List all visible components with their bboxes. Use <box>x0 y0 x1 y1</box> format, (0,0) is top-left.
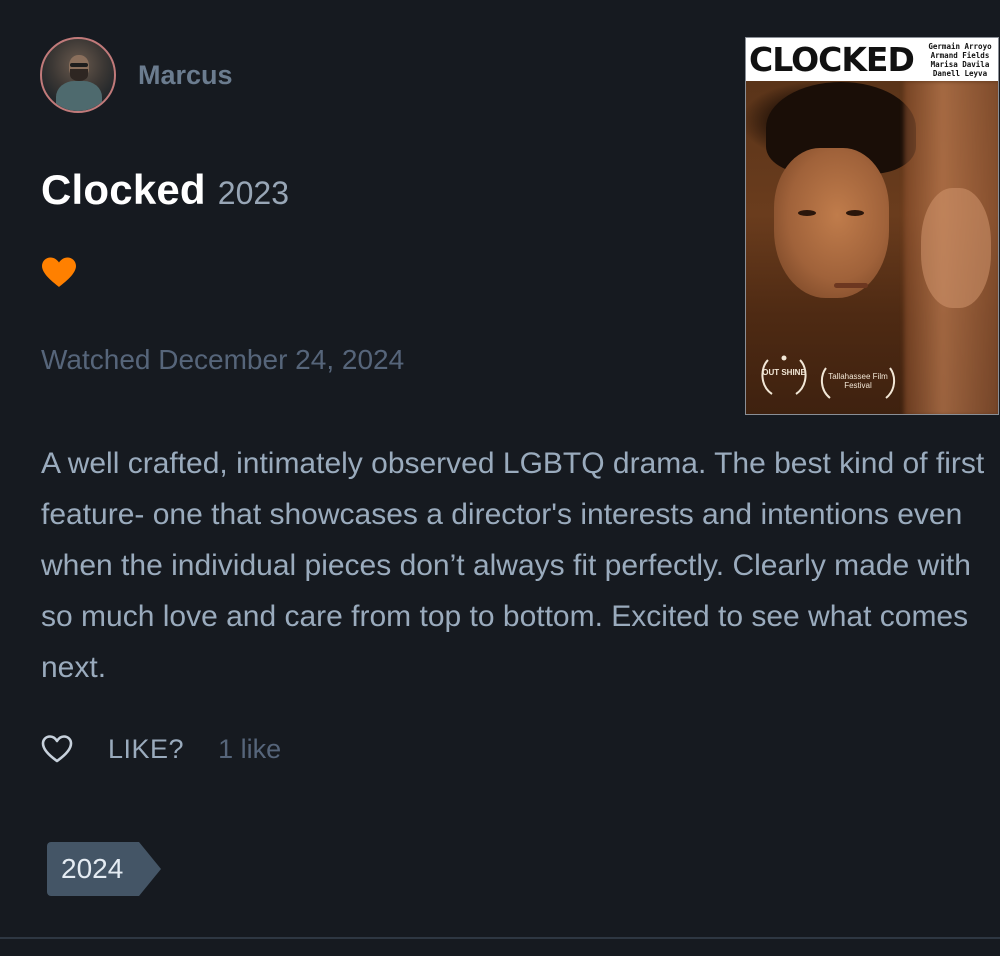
poster-credit: Germain Arroyo <box>928 42 992 51</box>
poster-eye <box>798 210 816 216</box>
review-text: A well crafted, intimately observed LGBT… <box>41 447 985 684</box>
poster-eye <box>846 210 864 216</box>
film-heading: Clocked 2023 <box>41 166 289 214</box>
avatar-body <box>56 81 102 111</box>
poster-credit: Danell Leyva <box>932 69 988 78</box>
film-title[interactable]: Clocked <box>41 166 206 214</box>
laurel-outshine: OUT SHINE <box>758 354 810 400</box>
username[interactable]: Marcus <box>138 60 233 91</box>
film-year[interactable]: 2023 <box>218 175 289 212</box>
poster-face <box>774 148 889 298</box>
liked-heart-icon <box>42 257 76 287</box>
laurel-tallahassee: Tallahassee Film Festival <box>818 364 898 410</box>
like-count[interactable]: 1 like <box>218 734 281 765</box>
like-button[interactable]: LIKE? <box>108 734 184 765</box>
poster-mouth <box>834 283 868 288</box>
avatar-beard <box>70 69 88 81</box>
watched-date: Watched December 24, 2024 <box>41 344 405 375</box>
poster-credit: Armand Fields <box>930 51 990 60</box>
poster-credit: Marisa Davila <box>930 60 990 69</box>
laurel-outshine-label: OUT SHINE <box>762 368 806 377</box>
review-author[interactable]: Marcus <box>40 37 233 113</box>
avatar-glasses <box>70 63 88 67</box>
laurel-wreath-icon <box>761 355 807 395</box>
film-poster[interactable]: CLOCKED Germain Arroyo Armand Fields Mar… <box>745 37 999 415</box>
tag-arrow-shape <box>139 842 162 896</box>
like-bar: LIKE? 1 like <box>40 730 281 768</box>
laurel-tallahassee-label: Tallahassee Film Festival <box>828 372 888 390</box>
avatar[interactable] <box>40 37 116 113</box>
tag-label: 2024 <box>47 842 140 896</box>
poster-blur-face <box>921 188 991 308</box>
bottom-divider <box>0 937 1000 939</box>
heart-outline-icon[interactable] <box>40 734 74 764</box>
review-page: Marcus Clocked 2023 Watched December 24,… <box>0 0 1000 956</box>
poster-title: CLOCKED <box>749 40 915 79</box>
poster-credits: Germain Arroyo Armand Fields Marisa Davi… <box>928 42 992 78</box>
tag-2024[interactable]: 2024 <box>47 842 162 896</box>
